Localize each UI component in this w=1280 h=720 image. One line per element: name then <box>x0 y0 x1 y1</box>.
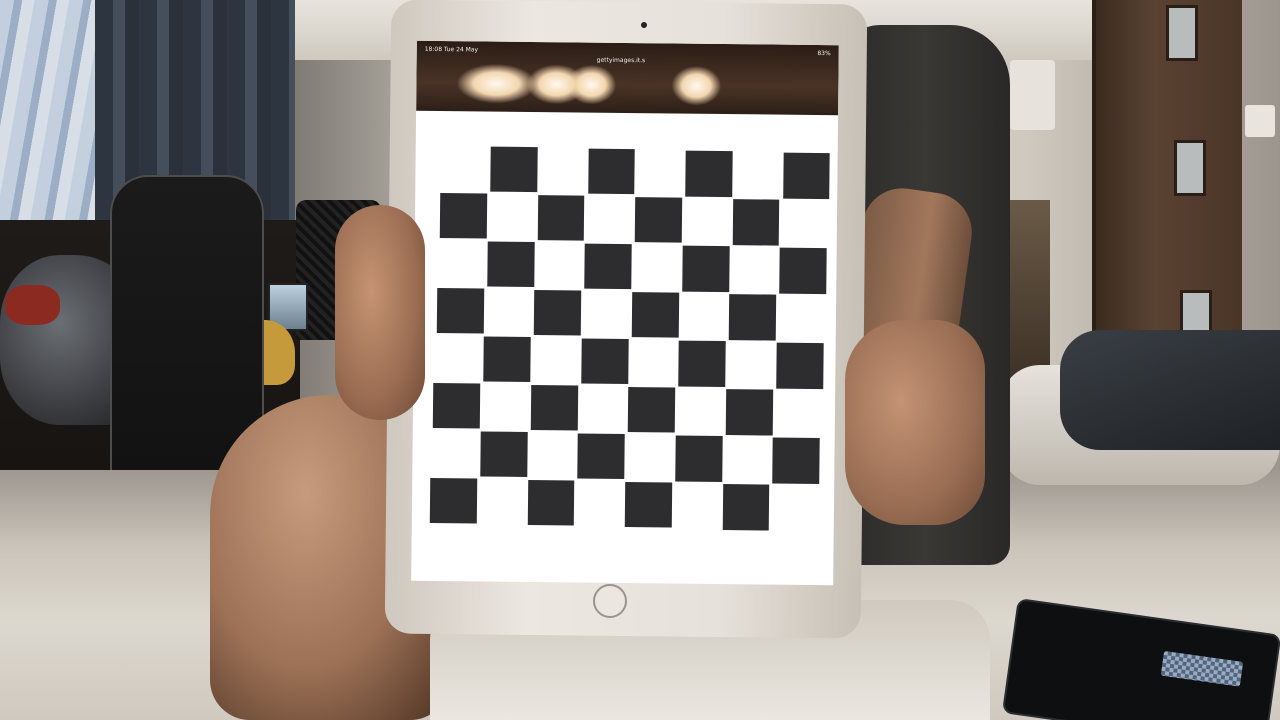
checkerboard-square <box>490 146 538 193</box>
checkerboard-square <box>429 477 478 524</box>
checkerboard-square <box>776 342 824 389</box>
photo-scene: 18:08 Tue 24 May gettyimages.it.s 83% <box>0 0 1280 720</box>
dark-blanket <box>1060 330 1280 450</box>
phone-screen <box>1160 650 1244 687</box>
battery-indicator: 83% <box>817 50 831 58</box>
light-reflection <box>671 65 722 106</box>
checkerboard-square <box>527 479 575 526</box>
red-clothing <box>5 285 60 325</box>
checkerboard-square <box>782 152 831 199</box>
checkerboard-square <box>631 291 679 338</box>
checkerboard-square <box>675 435 723 482</box>
checkerboard-square <box>722 484 770 531</box>
checkerboard-square <box>487 241 535 288</box>
checkerboard-square <box>725 389 773 436</box>
person-left-hand <box>335 205 425 420</box>
front-camera <box>641 22 647 28</box>
checkerboard-square <box>534 289 582 336</box>
checkerboard-square <box>685 150 733 197</box>
checkerboard-square <box>681 245 730 292</box>
address-bar[interactable]: gettyimages.it.s <box>597 57 646 65</box>
checkerboard <box>429 145 831 531</box>
checkerboard-square <box>584 243 632 290</box>
checkerboard-square <box>537 194 585 241</box>
wooden-door <box>1092 0 1242 370</box>
checkerboard-square <box>732 199 780 246</box>
tablet-screen: 18:08 Tue 24 May gettyimages.it.s 83% <box>411 40 839 586</box>
checkerboard-square <box>624 481 672 528</box>
light-switch <box>1245 105 1275 137</box>
checkerboard-square <box>634 196 683 243</box>
checkerboard-square <box>772 437 820 484</box>
checkerboard-square <box>779 247 827 294</box>
checkerboard-square <box>678 340 726 387</box>
light-reflection <box>566 64 617 105</box>
person-right-hand <box>845 320 985 525</box>
checkerboard-square <box>577 433 625 480</box>
wall-unit <box>1010 60 1055 130</box>
checkerboard-square <box>587 148 636 195</box>
checkerboard-square <box>530 384 578 431</box>
light-reflection <box>456 63 537 105</box>
browser-status-bar: 18:08 Tue 24 May gettyimages.it.s 83% <box>416 40 839 116</box>
home-button[interactable] <box>593 584 627 618</box>
checkerboard-square <box>729 294 777 341</box>
checkerboard-square <box>581 338 629 385</box>
checkerboard-square <box>439 192 488 239</box>
checkerboard-square <box>480 431 528 478</box>
checkerboard-square <box>483 336 531 383</box>
checkerboard-square <box>436 287 484 334</box>
checkerboard-square <box>628 386 676 433</box>
door-pane <box>1166 5 1198 61</box>
checkerboard-square <box>433 382 481 429</box>
door-pane <box>1174 140 1206 196</box>
status-time: 18:08 Tue 24 May <box>424 45 479 54</box>
